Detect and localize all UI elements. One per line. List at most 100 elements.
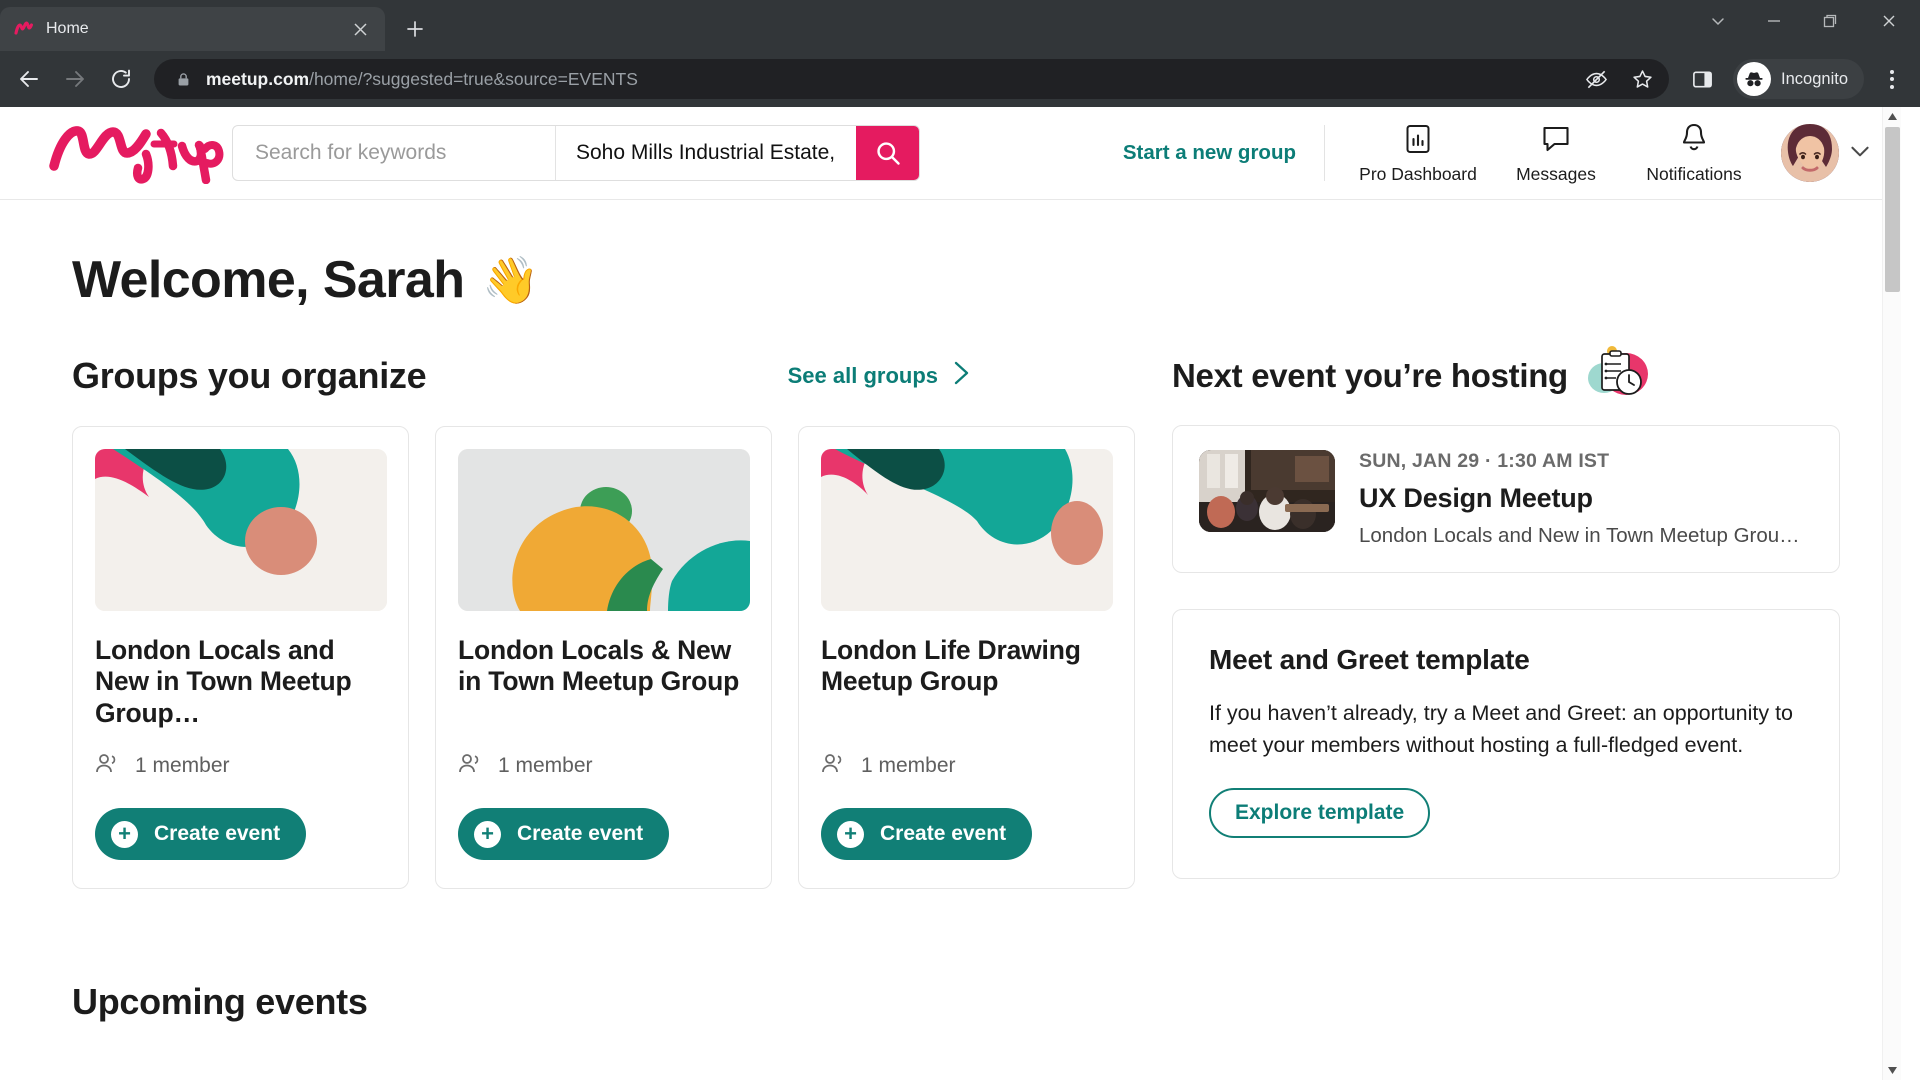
restore-icon[interactable] bbox=[1802, 0, 1858, 42]
meetup-home-page: Start a new group Pro Dashboard Messages bbox=[0, 107, 1901, 1080]
kebab-menu-icon[interactable] bbox=[1872, 59, 1912, 99]
group-card-title: London Locals & New in Town Meetup Group bbox=[458, 635, 740, 697]
search-bar bbox=[232, 125, 920, 181]
start-new-group-link[interactable]: Start a new group bbox=[1123, 141, 1296, 165]
search-keyword-input[interactable] bbox=[233, 126, 555, 180]
group-card-members-label: 1 member bbox=[498, 754, 593, 777]
page-title: Welcome, Sarah 👋 bbox=[0, 200, 1901, 310]
event-datetime: SUN, JAN 29 · 1:30 AM IST bbox=[1359, 450, 1610, 472]
group-card-title: London Locals and New in Town Meetup Gro… bbox=[95, 635, 352, 728]
nav-messages[interactable]: Messages bbox=[1487, 121, 1625, 185]
group-thumbnail bbox=[821, 449, 1113, 611]
header-divider bbox=[1324, 125, 1325, 181]
group-card[interactable]: London Locals and New in Town Meetup Gro… bbox=[72, 426, 409, 889]
see-all-groups-label: See all groups bbox=[787, 363, 938, 388]
tab-close-icon[interactable] bbox=[349, 18, 371, 40]
page-viewport: Start a new group Pro Dashboard Messages bbox=[0, 107, 1920, 1080]
create-event-label: Create event bbox=[880, 822, 1007, 845]
bar-chart-icon bbox=[1403, 121, 1433, 155]
eye-slash-icon[interactable] bbox=[1575, 58, 1617, 100]
caret-down-icon[interactable] bbox=[1883, 1061, 1901, 1080]
plus-circle-icon: + bbox=[111, 820, 138, 848]
create-event-button[interactable]: + Create event bbox=[821, 808, 1033, 860]
browser-tab[interactable]: Home bbox=[0, 7, 385, 51]
group-card[interactable]: London Life Drawing Meetup Group 1 membe… bbox=[798, 426, 1135, 889]
omnibox-actions bbox=[1575, 58, 1663, 100]
group-card-title: London Life Drawing Meetup Group bbox=[821, 635, 1081, 697]
tab-search-chevron-down-icon[interactable] bbox=[1690, 0, 1746, 42]
create-event-button[interactable]: + Create event bbox=[458, 808, 670, 860]
window-controls bbox=[1690, 0, 1920, 42]
groups-column: Groups you organize See all groups Londo… bbox=[72, 352, 1172, 889]
group-card-members: 1 member bbox=[458, 752, 749, 780]
create-event-label: Create event bbox=[154, 822, 281, 845]
incognito-label: Incognito bbox=[1781, 69, 1848, 88]
url-domain: meetup.com bbox=[206, 68, 310, 89]
bell-icon bbox=[1679, 121, 1709, 155]
minimize-icon[interactable] bbox=[1746, 0, 1802, 42]
search-submit-button[interactable] bbox=[856, 126, 919, 180]
group-card-members-label: 1 member bbox=[861, 754, 956, 777]
create-event-button[interactable]: + Create event bbox=[95, 808, 307, 860]
explore-template-button[interactable]: Explore template bbox=[1209, 787, 1431, 838]
star-icon[interactable] bbox=[1621, 58, 1663, 100]
side-panel-icon[interactable] bbox=[1681, 58, 1723, 100]
arrow-left-icon[interactable] bbox=[8, 58, 50, 100]
chevron-down-icon[interactable] bbox=[1847, 138, 1873, 169]
incognito-icon bbox=[1737, 62, 1772, 96]
event-name: UX Design Meetup bbox=[1359, 483, 1593, 513]
tab-strip: Home bbox=[0, 0, 1920, 51]
group-card-members: 1 member bbox=[95, 752, 386, 780]
groups-section-title: Groups you organize bbox=[72, 355, 427, 396]
next-event-card[interactable]: SUN, JAN 29 · 1:30 AM IST UX Design Meet… bbox=[1172, 425, 1840, 573]
group-thumbnail bbox=[458, 449, 750, 611]
lock-icon bbox=[172, 72, 194, 87]
clipboard-clock-icon bbox=[1582, 345, 1648, 408]
template-card: Meet and Greet template If you haven’t a… bbox=[1172, 609, 1840, 879]
incognito-indicator[interactable]: Incognito bbox=[1733, 59, 1864, 99]
group-card-members: 1 member bbox=[821, 752, 1112, 780]
create-event-label: Create event bbox=[517, 822, 644, 845]
template-card-body: If you haven’t already, try a Meet and G… bbox=[1209, 701, 1794, 757]
meetup-favicon-icon bbox=[14, 19, 34, 39]
upcoming-events-title: Upcoming events bbox=[72, 981, 368, 1022]
next-event-section-title: Next event you’re hosting bbox=[1172, 357, 1568, 394]
caret-up-icon[interactable] bbox=[1883, 107, 1901, 126]
address-bar[interactable]: meetup.com/home/?suggested=true&source=E… bbox=[154, 58, 1670, 100]
arrow-right-icon[interactable] bbox=[54, 58, 96, 100]
nav-notifications[interactable]: Notifications bbox=[1625, 121, 1763, 185]
welcome-text: Welcome, Sarah bbox=[72, 251, 465, 309]
user-menu[interactable] bbox=[1781, 124, 1873, 182]
see-all-groups-link[interactable]: See all groups bbox=[788, 359, 972, 393]
group-thumbnail bbox=[95, 449, 387, 611]
groups-section-header: Groups you organize See all groups bbox=[72, 352, 1172, 400]
nav-pro-dashboard[interactable]: Pro Dashboard bbox=[1349, 121, 1487, 185]
url-text: meetup.com/home/?suggested=true&source=E… bbox=[206, 69, 1575, 90]
people-icon bbox=[821, 752, 847, 780]
nav-notifications-label: Notifications bbox=[1646, 164, 1742, 184]
reload-icon[interactable] bbox=[100, 58, 142, 100]
group-card-members-label: 1 member bbox=[135, 754, 230, 777]
event-photo bbox=[1199, 450, 1335, 532]
scrollbar-thumb[interactable] bbox=[1885, 127, 1900, 292]
search-icon bbox=[876, 142, 900, 165]
close-window-icon[interactable] bbox=[1858, 0, 1920, 42]
search-location-input[interactable] bbox=[556, 126, 856, 180]
plus-circle-icon: + bbox=[837, 820, 864, 848]
browser-window: Home meetup.com/home/?suggested=true&sou… bbox=[0, 0, 1920, 1080]
two-column-layout: Groups you organize See all groups Londo… bbox=[0, 345, 1901, 889]
browser-toolbar: meetup.com/home/?suggested=true&source=E… bbox=[0, 51, 1920, 107]
new-tab-button[interactable] bbox=[395, 9, 435, 49]
chevron-right-icon bbox=[950, 359, 972, 393]
meetup-logo[interactable] bbox=[48, 122, 224, 184]
avatar[interactable] bbox=[1781, 124, 1839, 182]
template-card-title: Meet and Greet template bbox=[1209, 644, 1530, 675]
people-icon bbox=[95, 752, 121, 780]
event-group-name: London Locals and New in Town Meetup Gro… bbox=[1359, 524, 1809, 547]
plus-circle-icon: + bbox=[474, 820, 501, 848]
group-card[interactable]: London Locals & New in Town Meetup Group… bbox=[435, 426, 772, 889]
nav-pro-dashboard-label: Pro Dashboard bbox=[1359, 164, 1477, 184]
header-right: Start a new group Pro Dashboard Messages bbox=[1123, 107, 1873, 199]
group-cards: London Locals and New in Town Meetup Gro… bbox=[72, 426, 1172, 889]
page-scrollbar[interactable] bbox=[1882, 107, 1901, 1080]
